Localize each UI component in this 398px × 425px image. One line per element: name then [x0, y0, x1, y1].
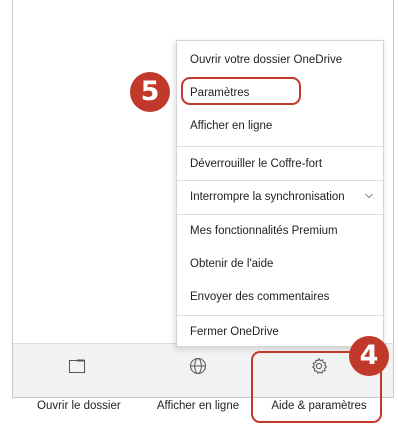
menu-item-send-feedback[interactable]: Envoyer des commentaires — [177, 281, 383, 314]
step-badge-5: 5 — [130, 72, 170, 112]
menu-item-get-help[interactable]: Obtenir de l'aide — [177, 248, 383, 281]
window-border-left — [12, 0, 13, 398]
step-badge-4: 4 — [349, 336, 389, 376]
open-folder-label: Ouvrir le dossier — [37, 400, 121, 412]
open-folder-button[interactable]: Ouvrir le dossier — [37, 344, 121, 412]
menu-item-view-online[interactable]: Afficher en ligne — [177, 110, 383, 143]
callout-highlight-settings — [181, 77, 301, 105]
menu-item-pause-sync-label: Interrompre la synchronisation — [190, 191, 345, 203]
menu-item-premium[interactable]: Mes fonctionnalités Premium — [177, 215, 383, 248]
menu-item-pause-sync[interactable]: Interrompre la synchronisation — [177, 181, 383, 214]
folder-icon — [69, 359, 85, 373]
view-online-button[interactable]: Afficher en ligne — [153, 344, 243, 412]
menu-separator — [177, 146, 383, 147]
globe-icon — [190, 358, 206, 374]
menu-item-open-folder[interactable]: Ouvrir votre dossier OneDrive — [177, 44, 383, 77]
chevron-down-icon — [365, 193, 373, 199]
window-border-right — [393, 0, 394, 398]
menu-item-unlock-vault[interactable]: Déverrouiller le Coffre-fort — [177, 148, 383, 181]
view-online-label: Afficher en ligne — [156, 400, 240, 412]
